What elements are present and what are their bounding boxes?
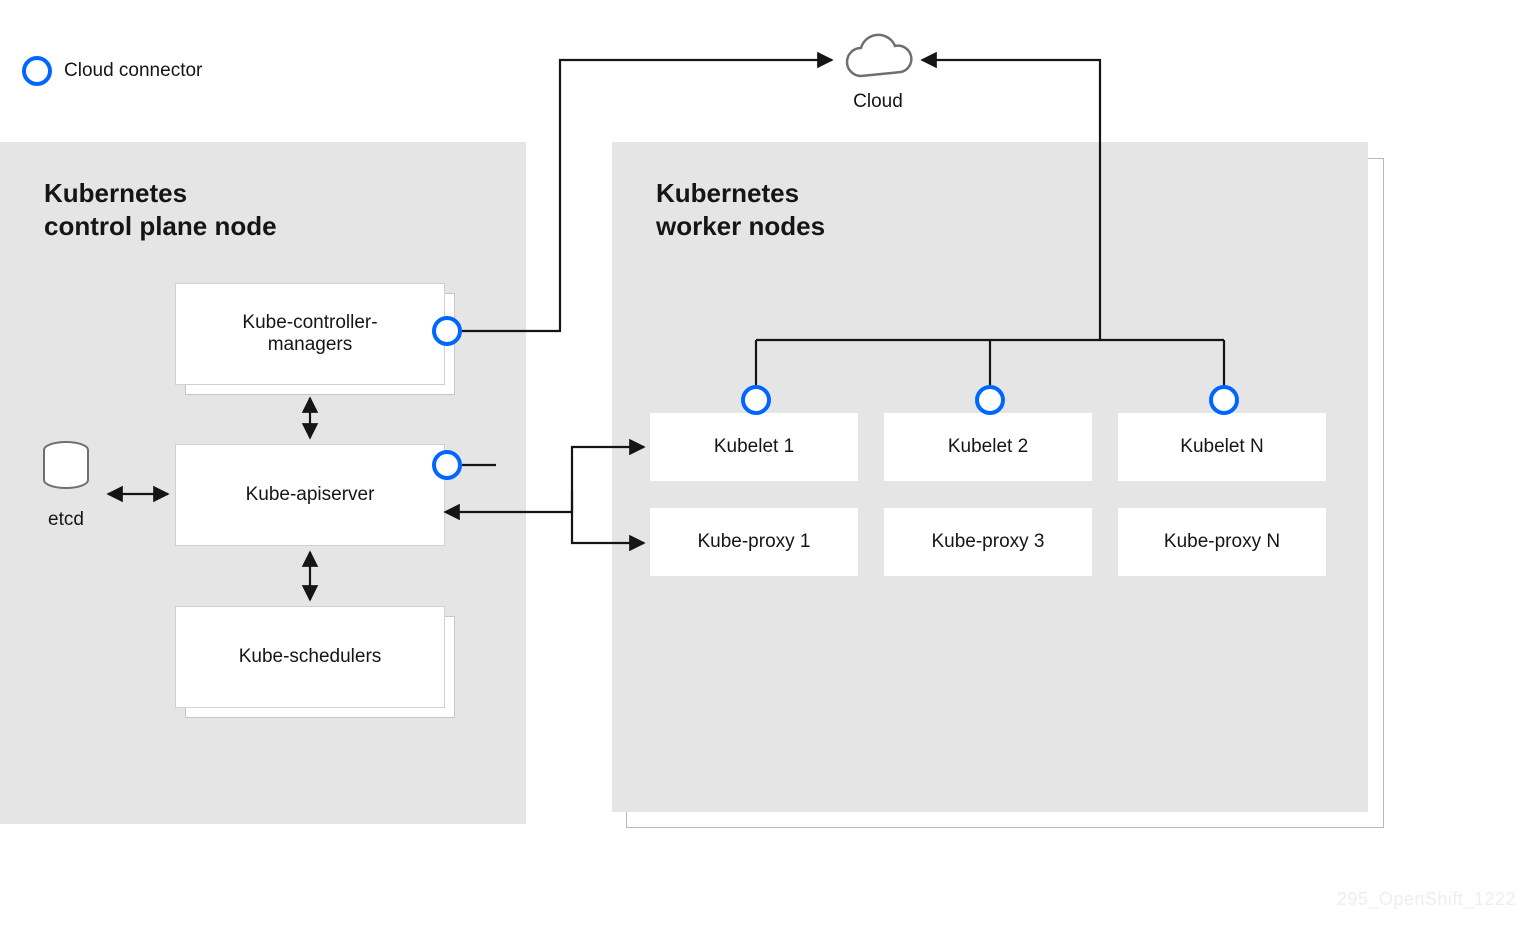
kubelet-label-2: Kubelet 2 (948, 436, 1028, 458)
connector-kubelet-n (1209, 385, 1239, 415)
connector-kubelet-1 (741, 385, 771, 415)
kubelet-label-1: Kubelet 1 (714, 436, 794, 458)
legend-label: Cloud connector (64, 60, 202, 82)
kubeproxy-box-2: Kube-proxy 3 (884, 508, 1092, 576)
kube-controller-label: Kube-controller- managers (175, 283, 445, 385)
cloud-icon (838, 32, 918, 84)
kubelet-label-n: Kubelet N (1180, 436, 1263, 458)
kubeproxy-box-n: Kube-proxy N (1118, 508, 1326, 576)
cloud: Cloud (838, 32, 918, 113)
cloud-connector-icon (22, 56, 52, 86)
kubeproxy-box-1: Kube-proxy 1 (650, 508, 858, 576)
legend: Cloud connector (22, 56, 202, 86)
watermark: 295_OpenShift_1222 (1337, 889, 1516, 910)
kubeproxy-label-2: Kube-proxy 3 (931, 531, 1044, 553)
kubeproxy-label-n: Kube-proxy N (1164, 531, 1280, 553)
kubelet-box-1: Kubelet 1 (650, 413, 858, 481)
etcd: etcd (38, 440, 94, 531)
kube-apiserver-label: Kube-apiserver (175, 444, 445, 546)
kube-controller-box: Kube-controller- managers (175, 283, 443, 385)
kubeproxy-label-1: Kube-proxy 1 (697, 531, 810, 553)
control-plane-title: Kubernetes control plane node (44, 177, 277, 242)
connector-apiserver (432, 450, 462, 480)
kube-scheduler-label: Kube-schedulers (175, 606, 445, 708)
connector-controller (432, 316, 462, 346)
connector-kubelet-2 (975, 385, 1005, 415)
worker-title: Kubernetes worker nodes (656, 177, 825, 242)
cloud-label: Cloud (838, 91, 918, 113)
kubelet-box-2: Kubelet 2 (884, 413, 1092, 481)
kube-scheduler-box: Kube-schedulers (175, 606, 443, 708)
database-icon (38, 440, 94, 500)
kubelet-box-n: Kubelet N (1118, 413, 1326, 481)
kube-apiserver-box: Kube-apiserver (175, 444, 443, 544)
etcd-label: etcd (38, 509, 94, 531)
